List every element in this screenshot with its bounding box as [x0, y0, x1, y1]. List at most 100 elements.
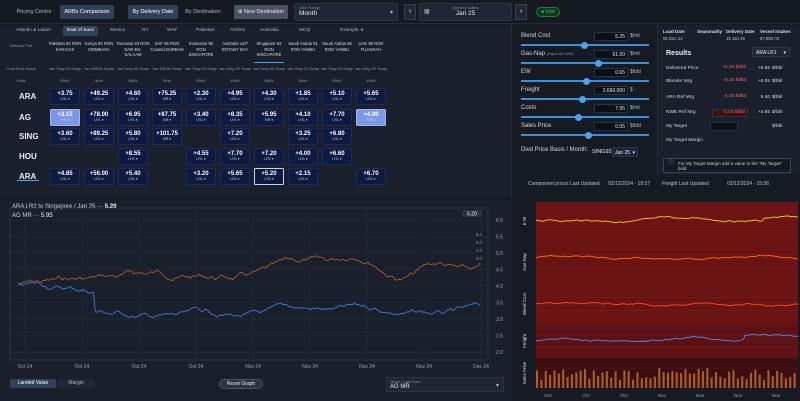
arb-cell[interactable]: +6.80 LR1 ▾ — [322, 128, 352, 145]
field-slider[interactable] — [521, 59, 649, 67]
arb-cell[interactable]: +3.25 LR1 ▾ — [288, 128, 318, 145]
slider-knob[interactable] — [581, 41, 588, 49]
arb-cell[interactable]: +5.10 LR1 ▾ — [322, 88, 352, 105]
arb-cell[interactable]: +7.70 LR1 ▾ — [220, 148, 250, 165]
arb-cell[interactable]: +4.30 LR2 ▾ — [254, 88, 284, 105]
arb-cell[interactable]: +5.65 LR1 ▾ — [220, 168, 250, 185]
slider-knob[interactable] — [585, 131, 592, 139]
slider-knob[interactable] — [575, 113, 582, 121]
tab-east-of-suez[interactable]: East of Suez — [63, 26, 99, 36]
arb-cell[interactable]: +78.00 LR1 ▾ — [84, 109, 114, 126]
new-destination-button[interactable]: ⊕ New Destination — [234, 5, 288, 19]
arb-cell[interactable]: +3.20 LR1 ▾ — [186, 168, 216, 185]
arb-cell[interactable]: +4.90 FOB ▾ — [356, 109, 386, 126]
arb-cell[interactable]: +4.95 LR1 ▾ — [220, 88, 250, 105]
arb-cell[interactable]: +3.40 LR1 ▾ — [186, 109, 216, 126]
column-header[interactable]: Pakistan 92 RON — [48, 41, 82, 46]
tab-pakistan[interactable]: Pakistan — [192, 26, 218, 36]
arb-cell[interactable]: +101.75 MR ▾ — [152, 128, 182, 145]
arb-cell[interactable]: +2.15 LR1 ▾ — [288, 168, 318, 185]
tab-atlantic-latam[interactable]: Atlantic & Latam — [12, 26, 55, 36]
tab-ny[interactable]: NY — [138, 26, 153, 36]
arb-cell[interactable]: +3.60 LR1 ▾ — [50, 128, 80, 145]
column-header[interactable]: UAE 95 RON — [354, 41, 388, 46]
delivery-dates-field[interactable]: Delivery Dates Jan 25 — [419, 3, 512, 21]
column-header[interactable]: Saudi Arabia 91 — [286, 41, 320, 46]
column-header[interactable]: Australia ULP — [218, 41, 252, 46]
arb-cell[interactable]: +1.85 LR1 ▾ — [288, 88, 318, 105]
arb-cell[interactable]: +6.70 LR1 ▾ — [356, 168, 386, 185]
tab-by-delivery-date[interactable]: By Delivery Date — [128, 5, 178, 19]
field-slider[interactable] — [521, 77, 649, 85]
arb-cell[interactable]: +4.60 LR1 ▾ — [118, 88, 148, 105]
tab-australia[interactable]: Australia — [256, 26, 283, 36]
field-input[interactable]: 0.05 — [594, 122, 628, 131]
slider-knob[interactable] — [579, 95, 586, 103]
add-tab-button[interactable]: + — [356, 26, 368, 36]
field-input[interactable]: 61.00 — [594, 50, 628, 59]
sales-price-bar — [758, 374, 761, 388]
arb-cell[interactable]: +75.25 MR ▾ — [152, 88, 182, 105]
arb-cell[interactable]: +8.35 LR1 ▾ — [220, 109, 250, 126]
arb-cell[interactable]: +6.60 LR1 ▾ — [322, 148, 352, 165]
prev-date-button[interactable]: ‹ — [404, 4, 416, 20]
reset-graph-button[interactable]: Reset Graph — [219, 379, 263, 389]
field-input[interactable]: 7.95 — [594, 104, 628, 113]
arb-cell[interactable]: +4.10 LR1 ▾ — [288, 109, 318, 126]
arb-cell[interactable]: +7.20 LR2 ▾ — [254, 148, 284, 165]
column-header[interactable]: Indonesia 90 — [184, 41, 218, 46]
arb-cell[interactable]: +3.15 LR1 ▾ — [50, 109, 80, 126]
tab-margin[interactable]: Margin — [58, 379, 94, 388]
date-range-select[interactable]: Date Range Month ▾ — [294, 3, 398, 21]
tab-waf[interactable]: WAF — [163, 26, 181, 36]
tab-mcq[interactable]: MCQ — [295, 26, 314, 36]
field-label: Freight — [521, 87, 540, 93]
tab-mexico[interactable]: Mexico — [106, 26, 129, 36]
arb-cell[interactable]: +87.75 MR ▾ — [152, 109, 182, 126]
arb-cell[interactable]: +8.55 LR1 ▾ — [118, 148, 148, 165]
components-chart[interactable]: E W Gas-Nap Blend Cost Freight Sales Price Oc… — [514, 200, 800, 401]
arb-cell[interactable]: +7.70 LR1 ▾ — [322, 109, 352, 126]
next-date-button[interactable]: › — [515, 4, 527, 20]
field-input[interactable]: 2,660,000 — [594, 86, 628, 95]
field-input[interactable]: 5.25 — [594, 32, 628, 41]
arb-cell[interactable]: +2.30 LR1 ▾ — [186, 88, 216, 105]
field-input[interactable]: 0.65 — [594, 68, 628, 77]
arb-cell[interactable]: +56.00 LR1 ▾ — [84, 168, 114, 185]
tab-landed-value[interactable]: Landed Value — [10, 379, 56, 388]
column-header[interactable]: Singapore 92 — [252, 41, 286, 46]
arb-cell[interactable]: +49.25 LR1 ▾ — [84, 88, 114, 105]
arb-cell[interactable]: +4.55 LR1 ▾ — [186, 148, 216, 165]
slider-knob[interactable] — [583, 77, 590, 85]
arb-cell[interactable]: +5.95 MR ▾ — [254, 109, 284, 126]
column-header[interactable]: Kenya 93 RON — [82, 41, 116, 46]
slider-knob[interactable] — [595, 59, 602, 67]
tab-pricing-centre[interactable]: Pricing Centre — [10, 5, 58, 19]
column-header[interactable]: Tanzania 93 RON — [116, 41, 150, 46]
field-slider[interactable] — [521, 95, 649, 103]
sales-price-bar — [588, 378, 591, 388]
field-slider[interactable] — [521, 41, 649, 49]
arb-cell[interactable]: +4.85 LR1 ▾ — [50, 168, 80, 185]
tab-ag-sg[interactable]: AG/SG — [226, 26, 249, 36]
arb-cell[interactable]: +7.20 LR1 ▾ — [220, 128, 250, 145]
arb-cell[interactable]: +4.00 LR1 ▾ — [288, 148, 318, 165]
arb-cell[interactable]: +3.75 LR1 ▾ — [50, 88, 80, 105]
column-header[interactable]: SAF 95 RON — [150, 41, 184, 46]
field-slider[interactable] — [521, 113, 649, 121]
landed-value-chart[interactable]: 6.0 5.5 5.0 4.5 4.0 3.5 3.0 2.5 2.0 5.5 5.0 4.5 4.0 O… — [0, 200, 512, 375]
arb-cell[interactable]: +89.25 LR1 ▾ — [84, 128, 114, 145]
arb-cell[interactable]: +5.20 LR2 ▾ — [254, 168, 284, 185]
vessel-select[interactable]: ARA LR1 ▾ — [752, 47, 790, 57]
other-load-ports-select[interactable]: Other Load Ports AG MR ▾ — [386, 377, 504, 392]
arb-cell[interactable]: +5.40 LR1 ▾ — [118, 168, 148, 185]
my-target-input[interactable] — [710, 122, 738, 131]
tab-by-destination[interactable]: By Destination — [180, 5, 226, 19]
column-header[interactable]: Saudi Arabia 95 — [320, 41, 354, 46]
field-slider[interactable] — [521, 131, 649, 139]
arb-cell[interactable]: +5.65 LR1 ▾ — [356, 88, 386, 105]
divd-month-select[interactable]: Jan 25 ▾ — [612, 147, 638, 157]
tab-arbs-comparison[interactable]: ARBs Comparison — [60, 5, 114, 19]
arb-cell[interactable]: +6.95 LR1 ▾ — [118, 109, 148, 126]
arb-cell[interactable]: +5.80 LR1 ▾ — [118, 128, 148, 145]
